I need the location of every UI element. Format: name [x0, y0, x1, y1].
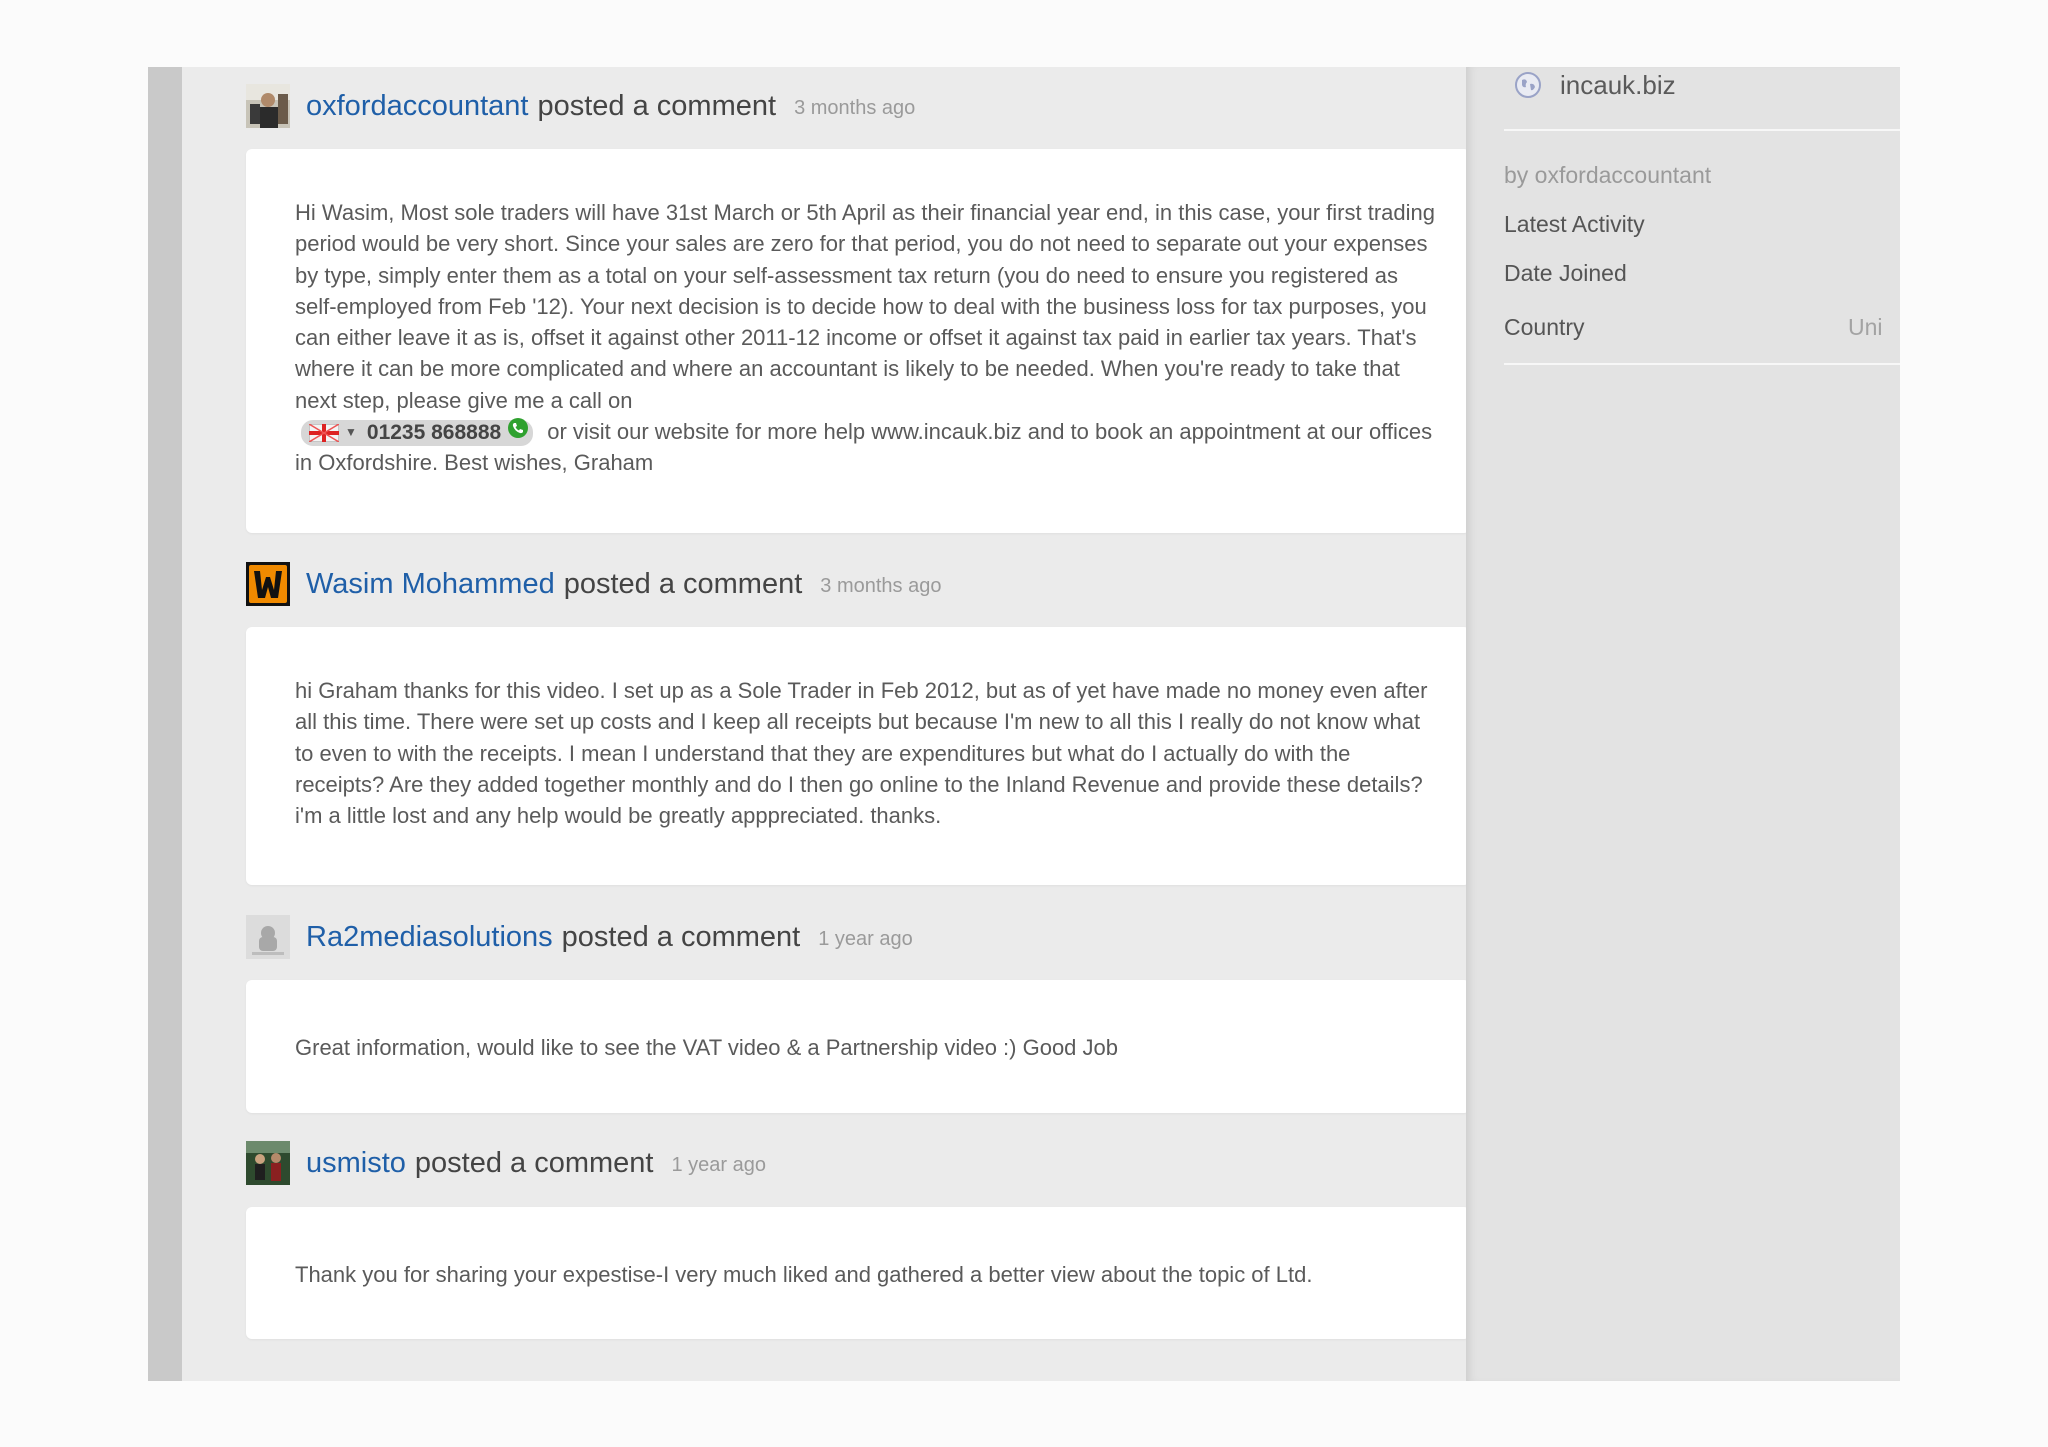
comment-header: Ra2mediasolutions posted a comment 1 yea…: [246, 914, 913, 960]
comment-author-link[interactable]: oxfordaccountant: [306, 90, 528, 123]
comment-body: hi Graham thanks for this video. I set u…: [295, 678, 1428, 829]
comment-header: usmisto posted a comment 1 year ago: [246, 1140, 766, 1186]
comment-header: oxfordaccountant posted a comment 3 mont…: [246, 83, 915, 129]
latest-activity-label: Latest Activity: [1504, 211, 1645, 237]
comment-action-text: posted a comment: [563, 567, 803, 600]
chevron-down-icon[interactable]: ▼: [345, 417, 357, 448]
user-avatar[interactable]: [246, 562, 290, 606]
comment-card: hi Graham thanks for this video. I set u…: [246, 627, 1470, 885]
comment-card: Thank you for sharing your expestise-I v…: [246, 1207, 1470, 1339]
date-joined-label: Date Joined: [1504, 260, 1627, 286]
phone-call-icon[interactable]: [507, 417, 529, 448]
phone-number[interactable]: 01235 868888: [367, 417, 501, 448]
uk-flag-icon[interactable]: [309, 424, 341, 443]
globe-icon: [1515, 72, 1541, 98]
comment-body: Thank you for sharing your expestise-I v…: [295, 1262, 1313, 1287]
comment-action-text: posted a comment: [561, 920, 801, 953]
country-value: Uni: [1848, 314, 1883, 340]
owner-byline: by oxfordaccountant: [1504, 162, 1712, 188]
left-rail: [148, 67, 182, 1381]
profile-sidebar: incauk.biz by oxfordaccountant Latest Ac…: [1466, 67, 1900, 1381]
comment-author-link[interactable]: Wasim Mohammed: [306, 568, 555, 601]
comment-timestamp: 1 year ago: [818, 927, 913, 950]
divider: [1504, 129, 1900, 131]
comment-card: Hi Wasim, Most sole traders will have 31…: [246, 149, 1470, 533]
divider: [1504, 363, 1900, 365]
user-avatar[interactable]: [246, 1141, 290, 1185]
comment-timestamp: 3 months ago: [820, 574, 942, 597]
comment-action-text: posted a comment: [414, 1146, 654, 1179]
comment-timestamp: 1 year ago: [671, 1153, 767, 1176]
comment-action-text: posted a comment: [537, 89, 777, 122]
comment-timestamp: 3 months ago: [794, 96, 916, 119]
comment-body: Hi Wasim, Most sole traders will have 31…: [295, 197, 1435, 479]
comments-column: oxfordaccountant posted a comment 3 mont…: [182, 67, 1614, 1381]
page-frame: oxfordaccountant posted a comment 3 mont…: [148, 67, 1900, 1381]
default-avatar-icon[interactable]: [246, 915, 290, 959]
website-label[interactable]: incauk.biz: [1560, 70, 1676, 101]
website-link[interactable]: incauk.biz: [1514, 67, 1676, 105]
country-label: Country: [1504, 314, 1585, 340]
user-avatar[interactable]: [246, 84, 290, 128]
comment-author-link[interactable]: usmisto: [306, 1147, 406, 1180]
comment-header: Wasim Mohammed posted a comment 3 months…: [246, 561, 941, 607]
comment-body: Great information, would like to see the…: [295, 1035, 1118, 1060]
comment-text-part: Hi Wasim, Most sole traders will have 31…: [295, 200, 1435, 413]
comment-author-link[interactable]: Ra2mediasolutions: [306, 921, 553, 954]
comment-card: Great information, would like to see the…: [246, 980, 1470, 1113]
phone-widget[interactable]: ▼ 01235 868888: [301, 417, 534, 448]
